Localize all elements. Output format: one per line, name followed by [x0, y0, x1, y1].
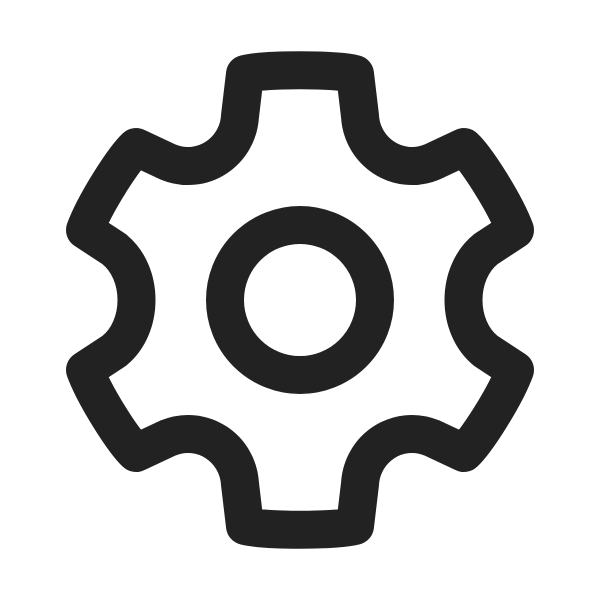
gear-center-ring — [206, 206, 394, 394]
gear-icon — [0, 0, 600, 600]
icon-canvas — [0, 0, 600, 600]
gear-outline — [66, 51, 534, 549]
